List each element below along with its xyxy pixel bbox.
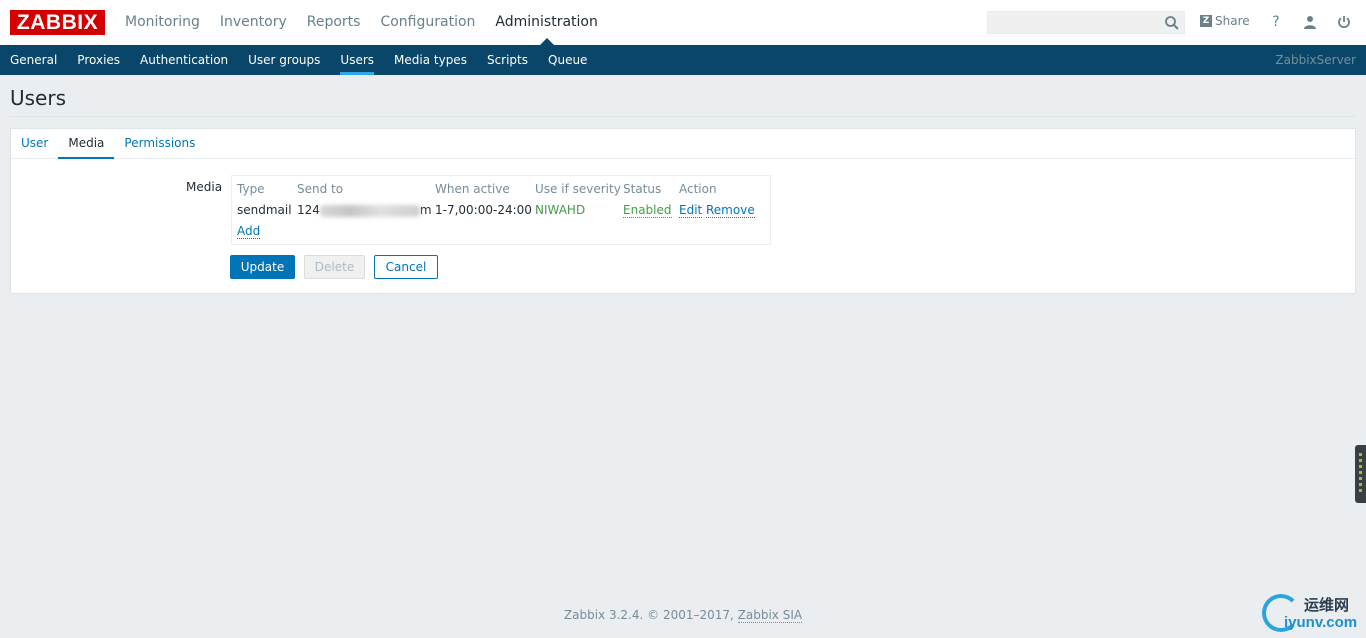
submenu-authentication[interactable]: Authentication [130,45,238,75]
user-icon[interactable] [1301,13,1319,31]
update-button[interactable]: Update [230,255,295,279]
main-menu: Monitoring Inventory Reports Configurati… [115,0,608,45]
media-label: Media [186,180,223,194]
col-status: Status [623,182,662,196]
col-send-to: Send to [297,182,344,196]
tab-permissions[interactable]: Permissions [114,129,205,158]
media-severity: NIWAHD [535,203,586,217]
sub-menu: General Proxies Authentication User grou… [0,45,1366,75]
title-divider [10,116,1356,117]
delete-button: Delete [304,255,365,279]
form-tabs: User Media Permissions [11,129,1355,159]
menu-monitoring[interactable]: Monitoring [115,0,210,45]
side-widget-handle[interactable] [1355,445,1366,503]
search-input[interactable] [987,11,1185,34]
media-edit-link[interactable]: Edit [679,203,703,218]
page-title: Users [10,86,67,110]
media-status-toggle[interactable]: Enabled [623,203,672,218]
watermark-logo: 运维网 iyunv.com [1262,592,1366,638]
tab-media[interactable]: Media [58,129,115,159]
zabbix-logo[interactable]: ZABBIX [10,10,105,35]
watermark-en: iyunv.com [1284,614,1358,631]
redacted-blur [319,204,420,217]
col-severity: Use if severity [535,182,621,196]
footer-link[interactable]: Zabbix SIA [737,608,803,623]
media-remove-link[interactable]: Remove [706,203,755,218]
submenu-user-groups[interactable]: User groups [238,45,330,75]
send-to-prefix: 124 [297,203,320,217]
media-when-active: 1-7,00:00-24:00 [435,203,532,217]
tab-user[interactable]: User [11,129,58,158]
col-when-active: When active [435,182,510,196]
media-table: Type Send to When active Use if severity… [231,175,771,245]
footer: Zabbix 3.2.4. © 2001–2017, Zabbix SIA [0,608,1366,623]
media-add-link[interactable]: Add [237,224,261,239]
search-icon[interactable] [1164,15,1180,31]
top-header: ZABBIX Monitoring Inventory Reports Conf… [0,0,1366,45]
submenu-users[interactable]: Users [330,45,384,75]
menu-reports[interactable]: Reports [297,0,371,45]
share-label: Share [1215,14,1250,28]
col-type: Type [237,182,265,196]
share-icon: Z [1200,15,1212,27]
user-form-panel: User Media Permissions Media Type Send t… [10,128,1356,294]
media-type: sendmail [237,203,292,217]
submenu-general[interactable]: General [0,45,67,75]
submenu-scripts[interactable]: Scripts [477,45,538,75]
media-send-to: 124 m [297,203,432,217]
submenu-proxies[interactable]: Proxies [67,45,130,75]
menu-administration[interactable]: Administration [485,0,607,45]
menu-configuration[interactable]: Configuration [370,0,485,45]
help-icon[interactable]: ? [1267,13,1285,31]
submenu-queue[interactable]: Queue [538,45,597,75]
cancel-button[interactable]: Cancel [374,255,438,279]
send-to-suffix: m [419,203,432,217]
share-link[interactable]: Z Share [1200,14,1250,28]
power-icon[interactable] [1335,13,1353,31]
menu-inventory[interactable]: Inventory [210,0,297,45]
watermark-cn: 运维网 [1304,596,1350,614]
col-action: Action [679,182,717,196]
submenu-media-types[interactable]: Media types [384,45,477,75]
footer-text: Zabbix 3.2.4. © 2001–2017, [563,608,738,622]
server-name: ZabbixServer [1275,53,1356,67]
